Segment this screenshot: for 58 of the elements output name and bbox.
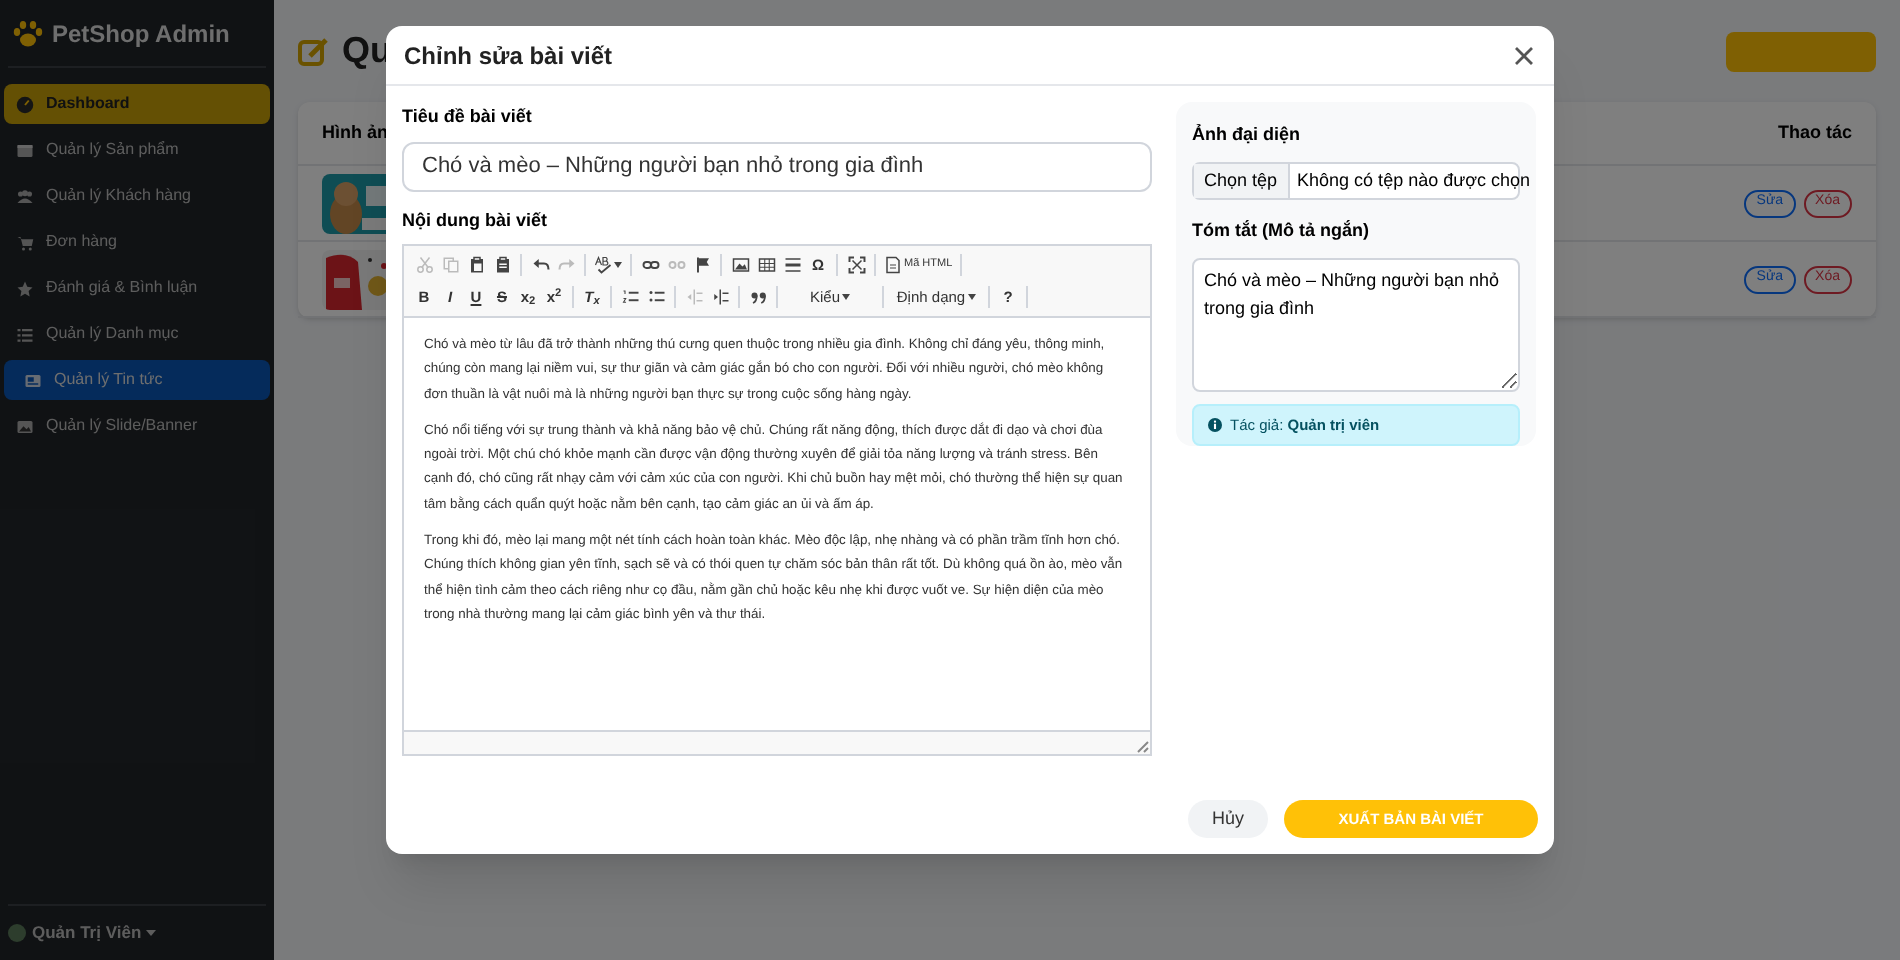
- flag-icon: [693, 256, 711, 274]
- field-label: Nội dung bài viết: [402, 207, 550, 234]
- toolbar-button[interactable]: [780, 253, 804, 277]
- toolbar-button[interactable]: [728, 253, 752, 277]
- numbered-list-icon: [621, 288, 639, 306]
- choose-file-button[interactable]: Chọn tệp: [1194, 163, 1290, 199]
- users-icon: [16, 187, 34, 205]
- field-label: Ảnh đại diện: [1192, 122, 1302, 148]
- toolbar-dropdown[interactable]: [592, 253, 624, 277]
- column-header: Thao tác: [1777, 119, 1852, 146]
- rich-text-editor[interactable]: [402, 244, 1152, 756]
- quote-icon: [749, 288, 767, 306]
- title-field[interactable]: Chó và mèo – Những người bạn nhỏ trong gia đình: [402, 141, 1152, 191]
- caret-icon: [145, 929, 156, 937]
- cancel-button[interactable]: Hủy: [1187, 800, 1268, 838]
- clipboard-icon: [467, 256, 485, 274]
- horizontal-rule-icon: [783, 256, 801, 274]
- box-icon: [16, 141, 34, 159]
- caret-icon: [614, 262, 622, 268]
- caret-icon: [842, 294, 850, 300]
- scissors-icon: [415, 256, 433, 274]
- gauge-icon: [16, 95, 34, 113]
- modal-title: Chỉnh sửa bài viết: [404, 39, 613, 73]
- edit-icon: [298, 35, 330, 67]
- toolbar-button[interactable]: [618, 285, 642, 309]
- field-label: Tóm tắt (Mô tả ngắn): [1192, 218, 1371, 245]
- link-icon: [641, 256, 659, 274]
- fullscreen-icon: [847, 256, 865, 274]
- newspaper-icon: [24, 371, 42, 389]
- undo-icon: [531, 256, 549, 274]
- document-icon: [884, 256, 902, 274]
- info-icon: [1208, 418, 1222, 433]
- caret-icon: [967, 294, 976, 300]
- clipboard-icon: [493, 256, 511, 274]
- resize-handle-icon[interactable]: [1136, 740, 1150, 754]
- outdent-icon: [685, 288, 703, 306]
- close-icon[interactable]: [1512, 43, 1536, 67]
- brand-name: PetShop Admin: [52, 17, 230, 51]
- cart-icon: [16, 233, 34, 251]
- file-status: Không có tệp nào được chọn: [1295, 167, 1533, 194]
- paw-icon: [12, 19, 44, 47]
- toolbar-button[interactable]: [708, 285, 732, 309]
- toolbar-button[interactable]: [754, 253, 778, 277]
- indent-icon: [711, 288, 729, 306]
- list-icon: [16, 325, 34, 343]
- unlink-icon: [667, 256, 685, 274]
- bulleted-list-icon: [647, 288, 665, 306]
- star-icon: [16, 279, 34, 297]
- image-icon: [731, 256, 749, 274]
- redo-icon: [557, 256, 575, 274]
- summary-field[interactable]: Chó và mèo – Những người bạn nhỏ trong gia đình: [1192, 257, 1520, 393]
- copy-icon: [441, 256, 459, 274]
- toolbar-button[interactable]: [844, 253, 868, 277]
- field-label: Tiêu đề bài viết: [402, 104, 534, 130]
- image-icon: [16, 417, 34, 435]
- user-avatar: [8, 924, 26, 942]
- spellcheck-icon: [594, 256, 612, 274]
- table-icon: [757, 256, 775, 274]
